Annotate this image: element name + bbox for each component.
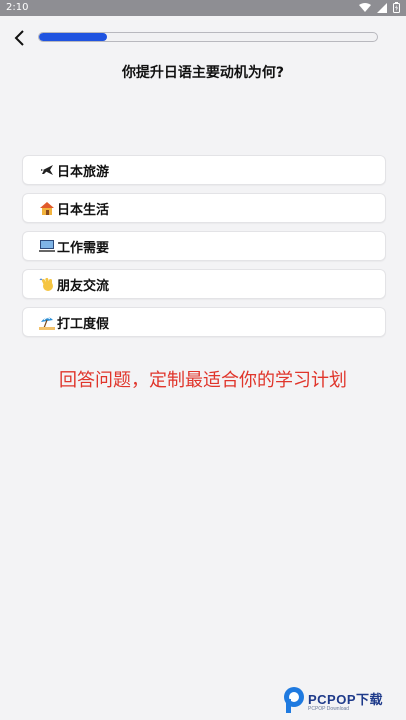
airplane-icon bbox=[39, 162, 55, 178]
back-button[interactable] bbox=[8, 26, 30, 50]
status-icons bbox=[359, 2, 400, 13]
progress-fill bbox=[39, 33, 107, 41]
signal-icon bbox=[377, 2, 387, 13]
option-label: 朋友交流 bbox=[57, 278, 110, 294]
option-life[interactable]: 日本生活 bbox=[22, 193, 386, 223]
chevron-left-icon bbox=[14, 30, 24, 46]
waving-hand-icon bbox=[39, 276, 55, 292]
promo-caption: 回答问题，定制最适合你的学习计划 bbox=[59, 370, 347, 391]
watermark: PCPOP下载 PCPOP Download bbox=[282, 683, 406, 717]
status-bar: 2:10 bbox=[0, 0, 406, 16]
battery-icon bbox=[393, 2, 400, 13]
computer-icon bbox=[39, 238, 55, 254]
wifi-icon bbox=[359, 2, 371, 12]
progress-bar bbox=[38, 32, 378, 42]
house-icon bbox=[39, 200, 55, 216]
option-label: 日本旅游 bbox=[57, 164, 110, 180]
option-list: 日本旅游 日本生活 工作需要 朋友交流 打工度假 bbox=[22, 155, 386, 345]
pcpop-logo-icon bbox=[284, 687, 304, 713]
option-label: 工作需要 bbox=[57, 240, 110, 256]
option-travel[interactable]: 日本旅游 bbox=[22, 155, 386, 185]
beach-umbrella-icon bbox=[39, 314, 55, 330]
status-time: 2:10 bbox=[6, 2, 29, 13]
page-title: 你提升日语主要动机为何? bbox=[121, 65, 285, 81]
option-friends[interactable]: 朋友交流 bbox=[22, 269, 386, 299]
watermark-sub: PCPOP Download bbox=[308, 706, 350, 712]
option-label: 日本生活 bbox=[57, 202, 110, 218]
option-label: 打工度假 bbox=[57, 316, 110, 332]
option-working-holiday[interactable]: 打工度假 bbox=[22, 307, 386, 337]
option-work[interactable]: 工作需要 bbox=[22, 231, 386, 261]
